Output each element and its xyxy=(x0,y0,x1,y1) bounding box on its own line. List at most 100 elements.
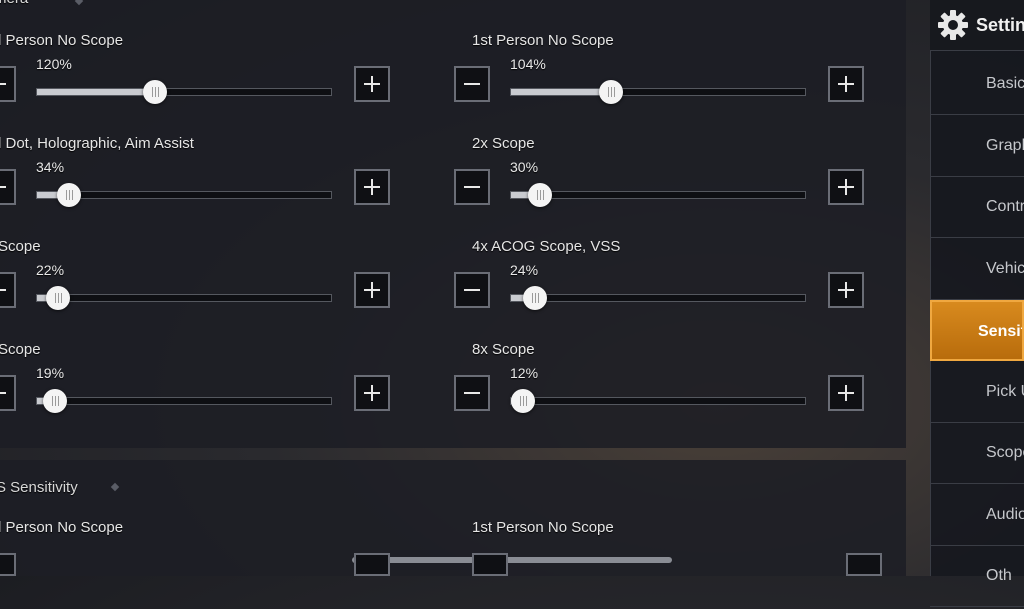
decrease-button[interactable] xyxy=(472,553,508,576)
minus-icon xyxy=(0,289,6,291)
decrease-button[interactable] xyxy=(454,375,490,411)
increase-button[interactable] xyxy=(828,375,864,411)
decrease-button[interactable] xyxy=(0,66,16,102)
section-title-ads: S Sensitivity xyxy=(0,479,78,496)
sensitivity-label: l Person No Scope xyxy=(0,519,124,536)
sidebar-item-label: Vehicl xyxy=(986,259,1024,277)
increase-button[interactable] xyxy=(354,272,390,308)
sidebar-item-label: Oth xyxy=(986,567,1012,584)
slider-fill xyxy=(37,89,155,95)
sensitivity-value: 30% xyxy=(510,159,539,175)
sensitivity-label: 1st Person No Scope xyxy=(472,519,614,536)
increase-button[interactable] xyxy=(828,169,864,205)
slider-track[interactable] xyxy=(510,80,806,104)
sidebar-item-label: Pick U xyxy=(986,382,1024,400)
sensitivity-value: 34% xyxy=(36,159,65,175)
gear-icon xyxy=(938,10,968,40)
minus-icon xyxy=(464,392,480,394)
slider-track[interactable] xyxy=(36,80,332,104)
sidebar-item-basic[interactable]: Basic xyxy=(930,54,1024,115)
slider-thumb[interactable] xyxy=(598,80,623,104)
decrease-button[interactable] xyxy=(454,66,490,102)
sensitivity-label: 2x Scope xyxy=(472,135,535,152)
sensitivity-label: l Dot, Holographic, Aim Assist xyxy=(0,135,194,152)
sensitivity-label: l Person No Scope xyxy=(0,32,124,49)
sensitivity-row: 4x ACOG Scope, VSS 24% xyxy=(454,238,892,328)
increase-button[interactable] xyxy=(354,169,390,205)
sidebar-item-label: Sensitiv xyxy=(978,323,1022,340)
sensitivity-label: Scope xyxy=(0,238,41,255)
plus-icon xyxy=(845,385,847,401)
sensitivity-value: 22% xyxy=(36,262,65,278)
plus-icon xyxy=(845,76,847,92)
minus-icon xyxy=(0,392,6,394)
decrease-button[interactable] xyxy=(454,169,490,205)
sidebar-item-label: Contro xyxy=(986,198,1024,215)
slider-track[interactable] xyxy=(36,286,332,310)
sidebar-item-scope[interactable]: Scope xyxy=(930,423,1024,484)
slider-track[interactable] xyxy=(510,183,806,207)
increase-button[interactable] xyxy=(354,375,390,411)
minus-icon xyxy=(464,289,480,291)
sidebar-item-contro[interactable]: Contro xyxy=(930,177,1024,238)
minus-icon xyxy=(0,186,6,188)
plus-icon xyxy=(371,282,373,298)
slider-thumb[interactable] xyxy=(57,183,82,207)
slider-thumb[interactable] xyxy=(45,286,70,310)
sensitivity-row: l Dot, Holographic, Aim Assist 34% xyxy=(0,135,418,225)
minus-icon xyxy=(464,83,480,85)
increase-button[interactable] xyxy=(354,66,390,102)
sensitivity-value: 104% xyxy=(510,56,546,72)
slider-track[interactable] xyxy=(36,389,332,413)
slider-thumb[interactable] xyxy=(510,389,535,413)
slider-fill xyxy=(511,89,611,95)
plus-icon xyxy=(845,179,847,195)
sidebar-item-label: Basic xyxy=(986,75,1024,92)
sidebar-item-oth[interactable]: Oth xyxy=(930,546,1024,607)
decrease-button[interactable] xyxy=(0,553,16,576)
sidebar-item-audio[interactable]: Audio xyxy=(930,485,1024,546)
increase-button[interactable] xyxy=(828,272,864,308)
sensitivity-row: Scope 22% xyxy=(0,238,418,328)
decrease-button[interactable] xyxy=(0,375,16,411)
sidebar-item-vehicl[interactable]: Vehicl xyxy=(930,239,1024,300)
sidebar-item-label: Graphi xyxy=(986,136,1024,154)
decrease-button[interactable] xyxy=(454,272,490,308)
settings-header: Setting xyxy=(930,0,1024,51)
sidebar-item-pick u[interactable]: Pick U xyxy=(930,362,1024,423)
slider-thumb[interactable] xyxy=(42,389,67,413)
sensitivity-value: 19% xyxy=(36,365,65,381)
horizontal-scrollbar[interactable] xyxy=(352,557,672,563)
sidebar-item-label: Scope xyxy=(986,444,1024,461)
plus-icon xyxy=(845,282,847,298)
sidebar-item-graphi[interactable]: Graphi xyxy=(930,116,1024,177)
decrease-button[interactable] xyxy=(0,272,16,308)
sensitivity-row: 1st Person No Scope xyxy=(472,519,892,609)
slider-track[interactable] xyxy=(510,286,806,310)
increase-button[interactable] xyxy=(354,553,390,576)
sensitivity-value: 12% xyxy=(510,365,539,381)
minus-icon xyxy=(0,83,6,85)
sensitivity-row: 8x Scope 12% xyxy=(454,341,892,431)
increase-button[interactable] xyxy=(846,553,882,576)
slider-track[interactable] xyxy=(510,389,806,413)
decrease-button[interactable] xyxy=(0,169,16,205)
slider-track[interactable] xyxy=(36,183,332,207)
sensitivity-value: 24% xyxy=(510,262,539,278)
minus-icon xyxy=(464,186,480,188)
slider-thumb[interactable] xyxy=(142,80,167,104)
increase-button[interactable] xyxy=(828,66,864,102)
sensitivity-row: Scope 19% xyxy=(0,341,418,431)
sensitivity-label: 4x ACOG Scope, VSS xyxy=(472,238,621,255)
sensitivity-row: 1st Person No Scope 104% xyxy=(454,32,892,122)
sidebar-item-label: Audio xyxy=(986,505,1024,523)
sensitivity-label: 8x Scope xyxy=(472,341,535,358)
sensitivity-label: 1st Person No Scope xyxy=(472,32,614,49)
slider-thumb[interactable] xyxy=(528,183,553,207)
sidebar-item-sensitiv[interactable]: Sensitiv xyxy=(930,300,1024,361)
sensitivity-label: Scope xyxy=(0,341,41,358)
section-title-camera: mera xyxy=(0,0,28,7)
slider-thumb[interactable] xyxy=(522,286,547,310)
sensitivity-row: 2x Scope 30% xyxy=(454,135,892,225)
sensitivity-row: l Person No Scope 120% xyxy=(0,32,418,122)
